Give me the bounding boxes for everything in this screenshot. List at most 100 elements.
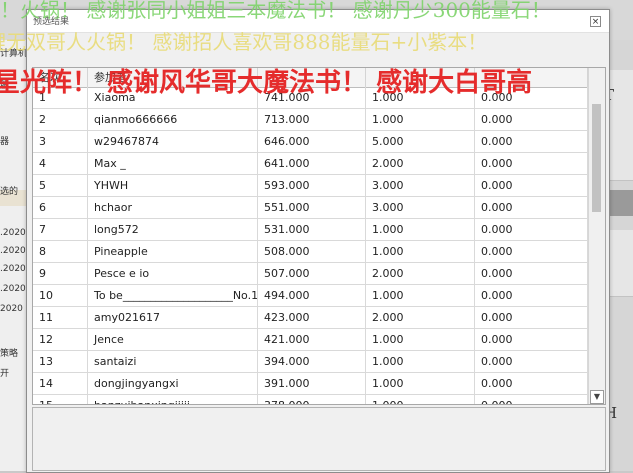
cell-score: 508.000 [258,241,366,263]
cell-rank: 15 [33,395,88,404]
detail-panel [32,407,606,471]
table-row[interactable]: 13 santaizi 394.000 1.000 0.000 [33,351,588,373]
cell-count: 2.000 [366,153,475,175]
table-row[interactable]: 11 amy021617 423.000 2.000 0.000 [33,307,588,329]
table-row[interactable]: 15banzuibanxingiiiii378.0001.0000.000 [33,395,588,404]
table-row[interactable]: 2 qianmo666666 713.000 1.000 0.000 [33,109,588,131]
dialog-title: 预选结果 [33,17,70,27]
cell-participant: qianmo666666 [88,109,258,131]
cell-extra: 0.000 [475,307,588,329]
cell-participant: amy021617 [88,307,258,329]
cell-count: 1.000 [366,351,475,373]
table-row[interactable]: 12 Jence 421.000 1.000 0.000 [33,329,588,351]
cell-rank: 7 [33,219,88,241]
cell-score: 741.000 [258,87,366,109]
cell-rank: 3 [33,131,88,153]
cell-extra: 0.000 [475,351,588,373]
cell-score: 391.000 [258,373,366,395]
cell-rank: 10 [33,285,88,307]
cell-score: 423.000 [258,307,366,329]
cell-count: 1.000 [366,285,475,307]
close-button[interactable]: × [590,16,601,27]
cell-score: 378.000 [258,395,366,404]
table-row[interactable]: 8 Pineapple 508.000 1.000 0.000 [33,241,588,263]
cell-score: 507.000 [258,263,366,285]
cell-extra: 0.000 [475,329,588,351]
cell-count: 1.000 [366,395,475,404]
cell-extra: 0.000 [475,175,588,197]
cell-rank: 1 [33,87,88,109]
cell-count: 5.000 [366,131,475,153]
cell-rank: 5 [33,175,88,197]
cell-count: 3.000 [366,175,475,197]
dialog-titlebar[interactable]: 预选结果 × [27,10,609,33]
cell-rank: 8 [33,241,88,263]
grid-vertical-scrollbar[interactable]: ▼ [588,68,605,404]
cell-rank: 9 [33,263,88,285]
table-row[interactable]: 9 Pesce e io 507.000 2.000 0.000 [33,263,588,285]
cell-count: 3.000 [366,197,475,219]
column-header-rank[interactable]: 名次 [33,68,88,87]
cell-score: 713.000 [258,109,366,131]
scroll-down-arrow-icon[interactable]: ▼ [590,390,604,404]
cell-participant: YHWH [88,175,258,197]
cell-count: 1.000 [366,329,475,351]
cell-rank: 11 [33,307,88,329]
cell-count: 1.000 [366,109,475,131]
cell-count: 1.000 [366,373,475,395]
cell-score: 494.000 [258,285,366,307]
cell-participant: Pineapple [88,241,258,263]
cell-rank: 13 [33,351,88,373]
cell-rank: 4 [33,153,88,175]
column-header-participant[interactable]: 参加者 [88,68,258,87]
table-row[interactable]: 4 Max _ 641.000 2.000 0.000 [33,153,588,175]
cell-participant: Xiaoma [88,87,258,109]
column-header-extra[interactable] [475,68,588,87]
cell-rank: 12 [33,329,88,351]
cell-extra: 0.000 [475,395,588,404]
cell-participant: Max _ [88,153,258,175]
cell-score: 593.000 [258,175,366,197]
column-header-score[interactable] [258,68,366,87]
cell-extra: 0.000 [475,285,588,307]
column-header-count[interactable] [366,68,475,87]
cell-score: 394.000 [258,351,366,373]
table-row[interactable]: 5 YHWH 593.000 3.000 0.000 [33,175,588,197]
cell-score: 641.000 [258,153,366,175]
cell-extra: 0.000 [475,153,588,175]
close-icon: × [591,17,600,27]
preselection-result-dialog: 预选结果 × 名次 参加者 1 Xiaoma 741.000 1.000 0.000 2 q… [26,9,610,473]
cell-participant: long572 [88,219,258,241]
cell-count: 1.000 [366,219,475,241]
cell-score: 551.000 [258,197,366,219]
cell-rank: 14 [33,373,88,395]
table-row[interactable]: 6 hchaor 551.000 3.000 0.000 [33,197,588,219]
table-row[interactable]: 3 w29467874 646.000 5.000 0.000 [33,131,588,153]
cell-extra: 0.000 [475,219,588,241]
results-grid[interactable]: 名次 参加者 1 Xiaoma 741.000 1.000 0.000 2 qianmo66… [32,67,606,405]
table-row[interactable]: 10 To be____________________No.1 494.000 1.… [33,285,588,307]
cell-count: 1.000 [366,87,475,109]
cell-participant: w29467874 [88,131,258,153]
cell-rank: 2 [33,109,88,131]
scrollbar-thumb[interactable] [592,104,601,212]
cell-score: 531.000 [258,219,366,241]
cell-extra: 0.000 [475,131,588,153]
cell-participant: santaizi [88,351,258,373]
cell-count: 2.000 [366,263,475,285]
table-row[interactable]: 14 dongjingyangxi 391.000 1.000 0.000 [33,373,588,395]
cell-extra: 0.000 [475,109,588,131]
table-row[interactable]: 7 long572 531.000 1.000 0.000 [33,219,588,241]
cell-count: 2.000 [366,307,475,329]
cell-participant: hchaor [88,197,258,219]
cell-participant: Pesce e io [88,263,258,285]
results-grid-body: 名次 参加者 1 Xiaoma 741.000 1.000 0.000 2 qianmo66… [33,68,588,404]
cell-participant: dongjingyangxi [88,373,258,395]
cell-participant: To be____________________No.1 [88,285,258,307]
cell-extra: 0.000 [475,373,588,395]
table-row[interactable]: 1 Xiaoma 741.000 1.000 0.000 [33,87,588,109]
cell-participant: banzuibanxingiiiii [88,395,258,404]
cell-score: 421.000 [258,329,366,351]
grid-header: 名次 参加者 [33,68,588,88]
cell-count: 1.000 [366,241,475,263]
